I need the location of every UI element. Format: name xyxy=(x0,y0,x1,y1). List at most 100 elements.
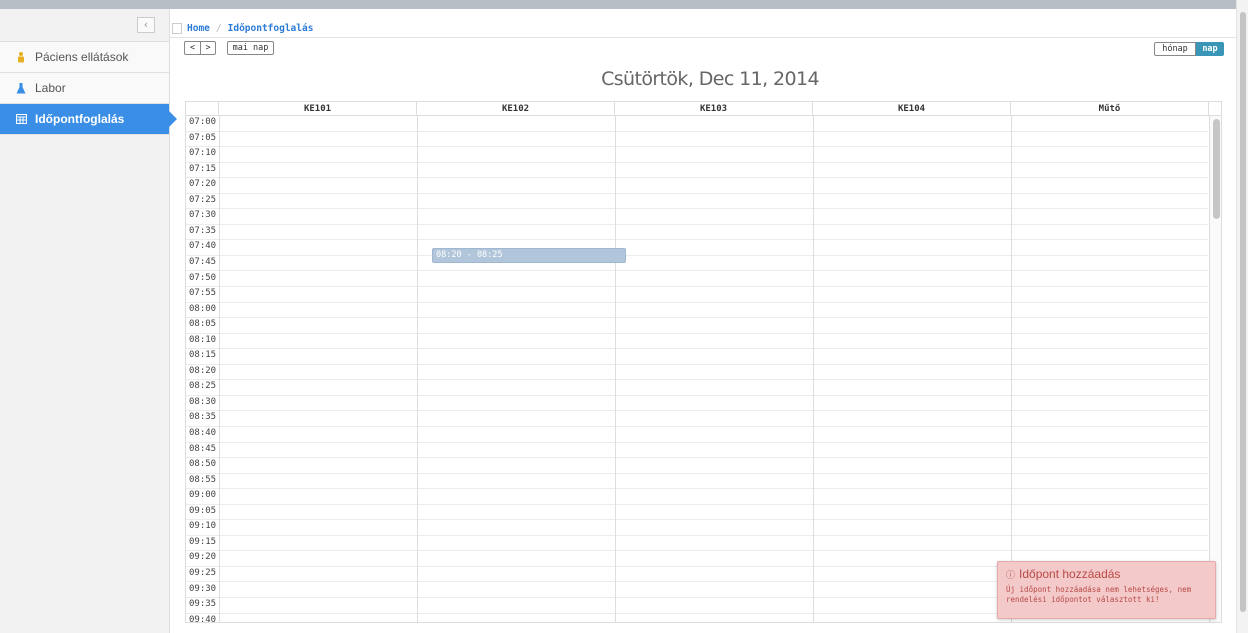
time-slot-row[interactable]: 08:55 xyxy=(186,474,1208,490)
time-slot-row[interactable]: 07:10 xyxy=(186,147,1208,163)
time-slot-row[interactable]: 07:20 xyxy=(186,178,1208,194)
top-bar xyxy=(0,0,1236,9)
time-label: 08:10 xyxy=(189,334,217,345)
calendar-icon xyxy=(15,113,27,125)
column-header: KE101 xyxy=(219,102,417,115)
time-slot-row[interactable]: 07:05 xyxy=(186,132,1208,148)
column-divider xyxy=(813,116,814,622)
breadcrumb-home-link[interactable]: Home xyxy=(187,23,210,34)
time-slot-row[interactable]: 08:30 xyxy=(186,396,1208,412)
time-slot-row[interactable]: 08:45 xyxy=(186,443,1208,459)
time-label: 07:20 xyxy=(189,179,217,190)
month-view-button[interactable]: hónap xyxy=(1154,42,1196,56)
time-slot-row[interactable]: 09:15 xyxy=(186,536,1208,552)
breadcrumb-current[interactable]: Időpontfoglalás xyxy=(228,23,314,34)
time-label: 09:05 xyxy=(189,505,217,516)
time-slot-row[interactable]: 07:55 xyxy=(186,287,1208,303)
time-label: 07:05 xyxy=(189,132,217,143)
sidebar-collapse-button[interactable]: ‹ xyxy=(137,17,155,33)
time-slot-row[interactable]: 09:05 xyxy=(186,505,1208,521)
time-label: 08:05 xyxy=(189,319,217,330)
time-slot-row[interactable]: 08:20 xyxy=(186,365,1208,381)
next-button[interactable]: > xyxy=(200,41,216,55)
time-label: 09:40 xyxy=(189,614,217,623)
time-label: 09:20 xyxy=(189,552,217,563)
time-slot-row[interactable]: 07:00 xyxy=(186,116,1208,132)
time-label: 08:00 xyxy=(189,303,217,314)
time-slot-row[interactable]: 09:10 xyxy=(186,520,1208,536)
time-label: 08:35 xyxy=(189,412,217,423)
time-slot-row[interactable]: 08:05 xyxy=(186,318,1208,334)
time-slot-row[interactable]: 07:25 xyxy=(186,194,1208,210)
time-slot-row[interactable]: 07:40 xyxy=(186,240,1208,256)
day-view-button[interactable]: nap xyxy=(1196,42,1224,56)
column-header: KE104 xyxy=(813,102,1011,115)
sidebar-item-label: Labor xyxy=(35,81,66,95)
time-slot-row[interactable]: 08:40 xyxy=(186,427,1208,443)
time-slot-row[interactable]: 09:00 xyxy=(186,489,1208,505)
time-label: 07:10 xyxy=(189,148,217,159)
time-label: 08:50 xyxy=(189,459,217,470)
time-label: 09:25 xyxy=(189,567,217,578)
time-slot-row[interactable]: 07:30 xyxy=(186,209,1208,225)
time-label: 09:35 xyxy=(189,599,217,610)
time-label: 07:25 xyxy=(189,194,217,205)
time-label: 07:30 xyxy=(189,210,217,221)
time-label: 09:30 xyxy=(189,583,217,594)
time-label: 09:10 xyxy=(189,521,217,532)
time-slot-row[interactable]: 07:45 xyxy=(186,256,1208,272)
time-slot-row[interactable]: 08:00 xyxy=(186,303,1208,319)
calendar-scrollbar[interactable] xyxy=(1209,116,1221,622)
calendar-title: Csütörtök, Dec 11, 2014 xyxy=(601,68,819,90)
time-label: 08:45 xyxy=(189,443,217,454)
time-label: 07:50 xyxy=(189,272,217,283)
time-label: 08:40 xyxy=(189,428,217,438)
time-slot-row[interactable]: 08:25 xyxy=(186,380,1208,396)
column-header: Műtő xyxy=(1011,102,1209,115)
sidebar-item-paciens[interactable]: Páciens ellátások xyxy=(0,42,169,73)
column-divider xyxy=(1011,116,1012,622)
column-divider xyxy=(219,116,220,622)
column-divider xyxy=(1209,116,1210,622)
time-label: 08:15 xyxy=(189,350,217,361)
breadcrumb: Home / Időpontfoglalás xyxy=(172,19,313,37)
page-scrollbar-thumb[interactable] xyxy=(1240,12,1246,612)
sidebar-header: ‹ xyxy=(0,9,169,42)
page-scrollbar[interactable] xyxy=(1236,0,1248,633)
time-label: 08:30 xyxy=(189,396,217,407)
time-slot-row[interactable]: 08:50 xyxy=(186,458,1208,474)
scrollbar-header xyxy=(1209,102,1221,115)
time-slot-row[interactable]: 07:50 xyxy=(186,272,1208,288)
calendar-event[interactable]: 08:20 - 08:25 xyxy=(432,248,626,263)
breadcrumb-separator: / xyxy=(215,22,222,34)
time-slot-row[interactable]: 07:35 xyxy=(186,225,1208,241)
prev-button[interactable]: < xyxy=(184,41,200,55)
time-slot-row[interactable]: 08:15 xyxy=(186,349,1208,365)
person-icon xyxy=(15,51,27,63)
time-label: 08:55 xyxy=(189,474,217,485)
time-slot-row[interactable]: 08:35 xyxy=(186,411,1208,427)
time-label: 07:55 xyxy=(189,288,217,299)
time-slot-row[interactable]: 08:10 xyxy=(186,334,1208,350)
time-label: 09:15 xyxy=(189,536,217,547)
today-button[interactable]: mai nap xyxy=(227,41,274,55)
calendar-body[interactable]: 09:40 09:35 09:30 09:25 09:20 09:15 09:10 09:05… xyxy=(186,116,1221,623)
toast-title: Időpont hozzáadás xyxy=(1019,567,1121,581)
calendar-scrollbar-thumb[interactable] xyxy=(1213,119,1220,219)
time-label: 07:35 xyxy=(189,225,217,236)
column-divider xyxy=(417,116,418,622)
notification-toast[interactable]: ⓘ Időpont hozzáadás Új időpont hozzáadása… xyxy=(997,561,1216,619)
sidebar: ‹ Páciens ellátások Labor Időpontfoglalá… xyxy=(0,9,177,633)
calendar-grid: KE101 KE102 KE103 KE104 Műtő 09:40 09:35 0… xyxy=(185,101,1222,623)
time-slot-row[interactable]: 07:15 xyxy=(186,163,1208,179)
sidebar-item-labor[interactable]: Labor xyxy=(0,73,169,104)
divider xyxy=(170,37,1236,38)
sidebar-item-idopontfoglalas[interactable]: Időpontfoglalás xyxy=(0,104,177,135)
time-gutter-header xyxy=(186,102,219,115)
calendar-header: KE101 KE102 KE103 KE104 Műtő xyxy=(186,102,1221,116)
alert-icon: ⓘ xyxy=(1006,569,1016,580)
sidebar-item-label: Időpontfoglalás xyxy=(35,112,125,126)
toast-message: Új időpont hozzáadása nem lehetséges, ne… xyxy=(1006,585,1192,604)
column-header: KE102 xyxy=(417,102,615,115)
home-icon xyxy=(172,22,182,34)
